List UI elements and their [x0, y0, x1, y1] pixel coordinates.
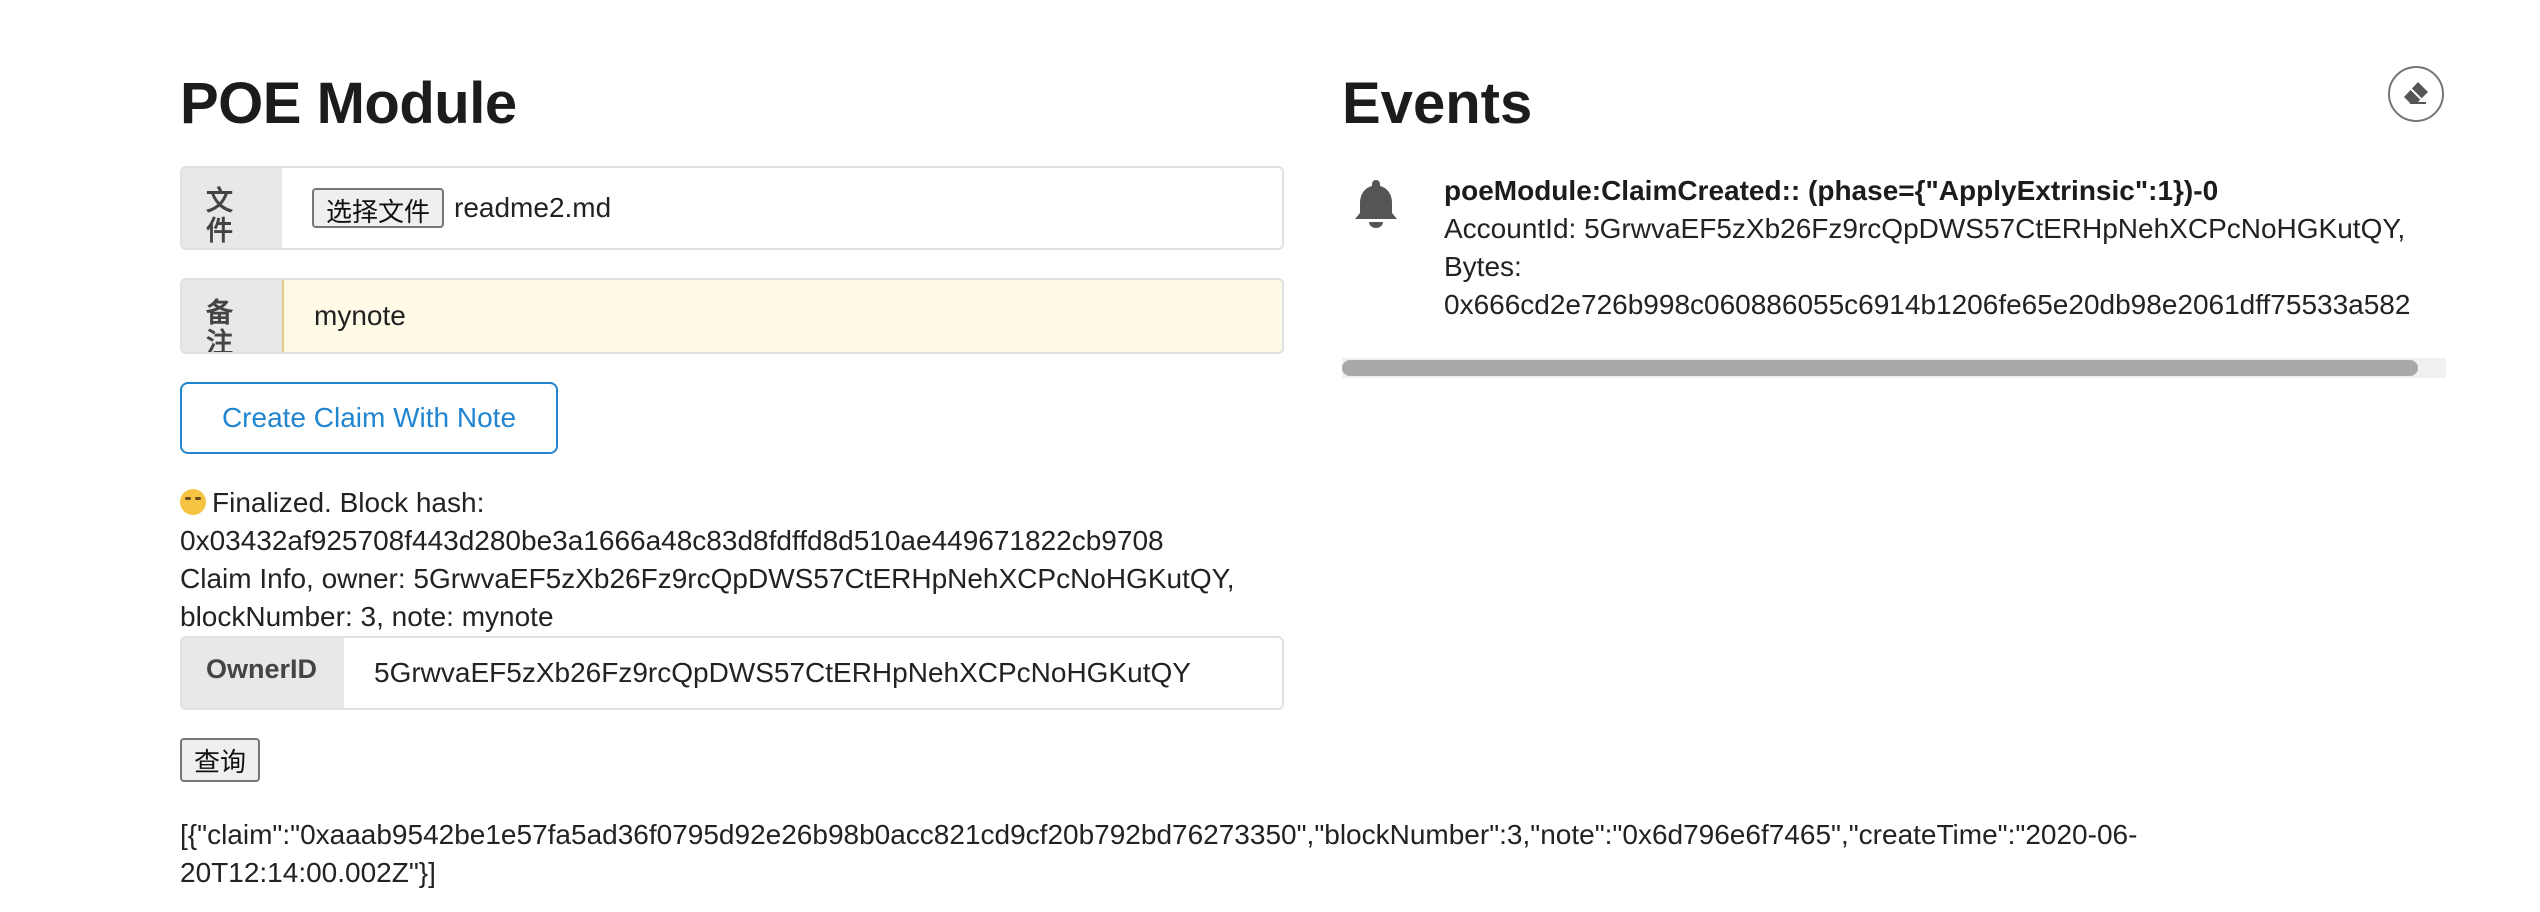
status-finalized-text: Finalized. Block hash:	[212, 487, 485, 518]
note-field: 备注 mynote	[180, 278, 1284, 354]
query-button[interactable]: 查询	[180, 738, 261, 782]
event-list: poeModule:ClaimCreated:: (phase={"ApplyE…	[1342, 172, 2446, 372]
event-item: poeModule:ClaimCreated:: (phase={"ApplyE…	[1342, 172, 2446, 324]
file-input[interactable]: 选择文件 readme2.md	[282, 168, 1282, 248]
event-detail-bytes-label: Bytes:	[1444, 251, 1522, 282]
create-claim-with-note-button[interactable]: Create Claim With Note	[180, 382, 558, 454]
events-panel: Events poeModule:ClaimCreated:: (phase={…	[1342, 60, 2446, 372]
status-line: Finalized. Block hash:	[180, 484, 1284, 522]
note-label: 备注	[182, 280, 282, 352]
owner-label: OwnerID	[182, 638, 344, 708]
eraser-icon	[2402, 78, 2430, 111]
scrollbar-thumb[interactable]	[1342, 360, 2418, 376]
claim-info-detail-text: blockNumber: 3, note: mynote	[180, 601, 554, 632]
event-detail-account: AccountId: 5GrwvaEF5zXb26Fz9rcQpDWS57CtE…	[1444, 213, 2406, 244]
events-title: Events	[1342, 71, 1533, 136]
poe-module-panel: POE Module 文件 选择文件 readme2.md 备注 mynote …	[180, 60, 1284, 782]
owner-field: OwnerID 5GrwvaEF5zXb26Fz9rcQpDWS57CtERHp…	[180, 636, 1284, 710]
events-horizontal-scrollbar[interactable]	[1342, 358, 2446, 378]
clear-events-button[interactable]	[2388, 66, 2444, 122]
choose-file-button[interactable]: 选择文件	[312, 188, 445, 228]
owner-id-input[interactable]: 5GrwvaEF5zXb26Fz9rcQpDWS57CtERHpNehXCPcN…	[344, 638, 1282, 708]
bell-icon	[1354, 178, 1398, 233]
note-input[interactable]: mynote	[282, 280, 1282, 352]
file-name: readme2.md	[454, 192, 612, 223]
file-label: 文件	[182, 168, 282, 248]
event-detail-bytes-value: 0x666cd2e726b998c060886055c6914b1206fe65…	[1444, 289, 2411, 320]
query-result-text: [{"claim":"0xaaab9542be1e57fa5ad36f0795d…	[180, 819, 2138, 888]
file-field: 文件 选择文件 readme2.md	[180, 166, 1284, 250]
smirk-emoji-icon	[180, 489, 206, 515]
event-summary: poeModule:ClaimCreated:: (phase={"ApplyE…	[1444, 175, 2219, 206]
poe-module-title: POE Module	[180, 71, 517, 136]
block-hash-text: 0x03432af925708f443d280be3a1666a48c83d8f…	[180, 525, 1164, 556]
status-message: Finalized. Block hash: 0x03432af925708f4…	[180, 484, 1284, 636]
page: POE Module 文件 选择文件 readme2.md 备注 mynote …	[0, 0, 2540, 912]
claim-info-text: Claim Info, owner: 5GrwvaEF5zXb26Fz9rcQp…	[180, 563, 1235, 594]
